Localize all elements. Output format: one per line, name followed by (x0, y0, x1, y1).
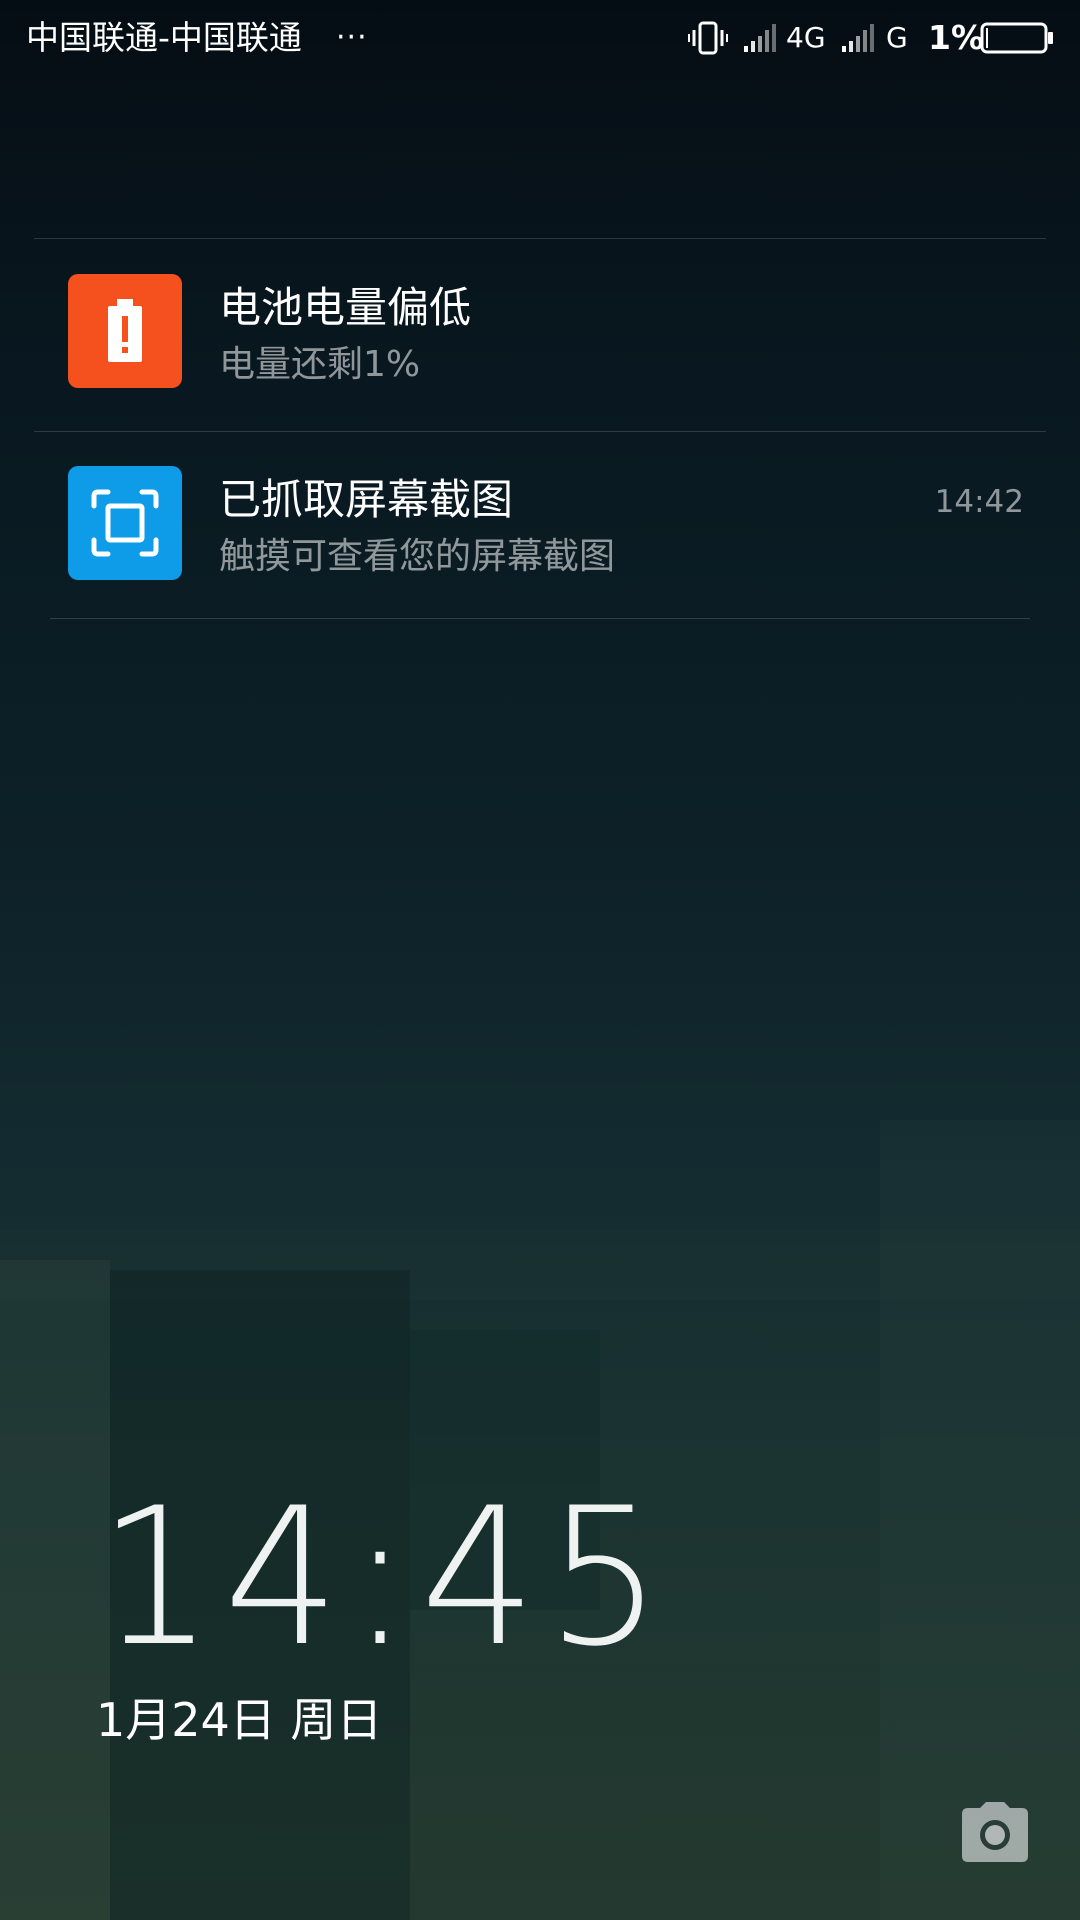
notification-divider (50, 618, 1030, 619)
signal-icon (842, 24, 874, 52)
lockscreen-clock: 14:45 (98, 1467, 672, 1688)
screenshot-icon (68, 466, 182, 580)
notification-time: 14:42 (934, 484, 1024, 520)
battery-percent: 1% (928, 18, 985, 57)
wallpaper-band (0, 1230, 1080, 1300)
signal-icon (744, 24, 776, 52)
battery-icon (980, 22, 1053, 54)
carrier-name: 中国联通-中国联通 (26, 18, 302, 57)
more-notifications-indicator: ··· (336, 20, 368, 55)
network-type-label: G (886, 21, 908, 54)
status-bar: 中国联通-中国联通 ··· 4G G 1% (0, 0, 1080, 76)
notification-title: 已抓取屏幕截图 (219, 475, 514, 524)
wallpaper-shape (0, 1260, 110, 1920)
vibrate-icon (688, 21, 728, 55)
notification-divider (34, 238, 1046, 239)
notification-screenshot[interactable]: 已抓取屏幕截图 触摸可查看您的屏幕截图 14:42 (34, 432, 1046, 622)
notification-text: 电量还剩1% (219, 344, 421, 385)
notification-text: 触摸可查看您的屏幕截图 (219, 536, 616, 577)
notification-title: 电池电量偏低 (219, 283, 472, 332)
network-type-label: 4G (786, 21, 826, 54)
notification-battery-low[interactable]: 电池电量偏低 电量还剩1% (34, 240, 1046, 430)
lockscreen-date: 1月24日 周日 (96, 1693, 383, 1747)
battery-alert-icon (68, 274, 182, 388)
camera-icon[interactable] (960, 1800, 1030, 1864)
